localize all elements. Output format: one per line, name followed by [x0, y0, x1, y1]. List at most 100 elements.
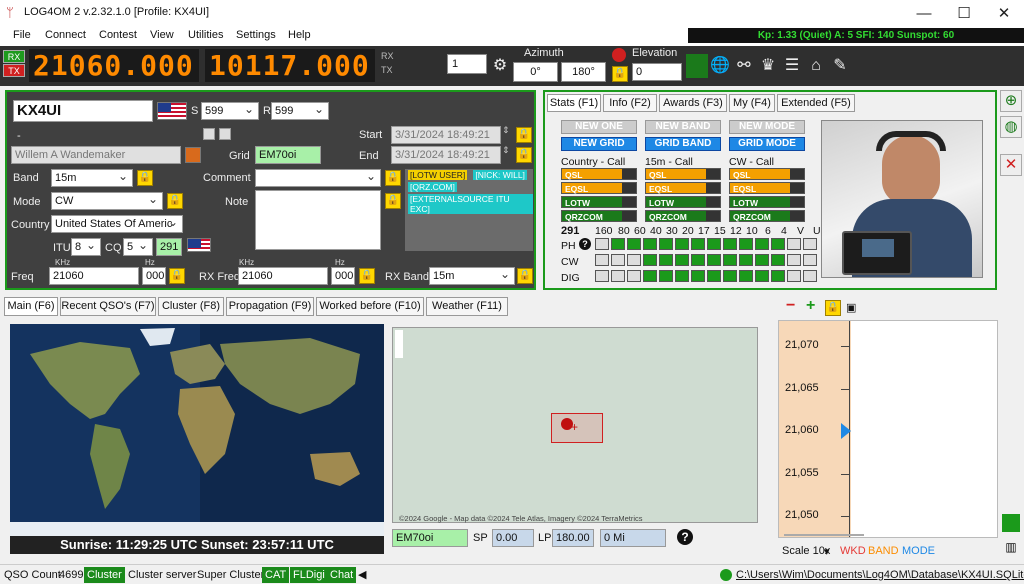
minimize-icon[interactable]: —	[904, 0, 944, 26]
start-lock-icon[interactable]: 🔒	[516, 127, 532, 143]
start-spinner-icon[interactable]: ⇕	[502, 125, 510, 136]
new-band-button[interactable]: NEW BAND	[645, 120, 721, 134]
tab-weather[interactable]: Weather (F11)	[426, 297, 508, 316]
rst-sent-select[interactable]: 599	[201, 101, 259, 120]
super-cluster-status[interactable]: Super Cluster	[197, 569, 264, 581]
tab-propagation[interactable]: Propagation (F9)	[226, 297, 314, 316]
bandmap-zoom-out-icon[interactable]: −	[786, 298, 800, 314]
world-map[interactable]	[10, 324, 384, 536]
comment-field[interactable]	[255, 168, 381, 187]
start-time-field[interactable]: 3/31/2024 18:49:21	[391, 126, 501, 144]
itu-select[interactable]: 8	[71, 237, 101, 256]
mode-select[interactable]: CW	[51, 191, 163, 210]
rxband-lock-icon[interactable]: 🔒	[517, 268, 533, 284]
bandmap-camera-icon[interactable]: ▣	[846, 301, 856, 314]
vfo-spinner[interactable]: 1	[447, 54, 487, 74]
menu-view[interactable]: View	[150, 29, 174, 41]
lock-icon[interactable]: 🔒	[612, 66, 628, 82]
tab-stats[interactable]: Stats (F1)	[547, 94, 601, 112]
rxfreq-khz-field[interactable]: 21060	[238, 267, 328, 285]
band-select[interactable]: 15m	[51, 168, 133, 187]
camera-icon[interactable]: ⌂	[806, 56, 826, 76]
azimuth-sp-field[interactable]: 0°	[513, 62, 558, 82]
maximize-icon[interactable]: ☐	[944, 0, 984, 26]
freq-khz-field[interactable]: 21060	[49, 267, 139, 285]
elevation-field[interactable]: 0	[632, 63, 682, 81]
map-zoom-control[interactable]	[395, 330, 403, 358]
bandmap-chart-icon[interactable]: ▥	[1002, 540, 1020, 558]
rxband-select[interactable]: 15m	[429, 266, 515, 285]
clear-icon[interactable]: ✕	[1000, 154, 1022, 176]
azimuth-lp-field[interactable]: 180°	[561, 62, 606, 82]
bandmap-zoom-in-icon[interactable]: +	[806, 298, 820, 314]
new-one-button[interactable]: NEW ONE	[561, 120, 637, 134]
note-lock-icon[interactable]: 🔒	[385, 193, 401, 209]
tab-awards[interactable]: Awards (F3)	[659, 94, 727, 112]
tab-extended[interactable]: Extended (F5)	[777, 94, 855, 112]
rxfreq-hz-field[interactable]: 000	[331, 267, 355, 285]
end-spinner-icon[interactable]: ⇕	[502, 145, 510, 156]
help-icon[interactable]: ?	[579, 238, 591, 250]
database-icon[interactable]: ☰	[782, 56, 802, 76]
globe-side-icon[interactable]: ◍	[1000, 116, 1022, 138]
close-icon[interactable]: ✕	[984, 0, 1024, 26]
bandmap-lock-icon[interactable]: 🔒	[825, 300, 841, 316]
comment-lock-icon[interactable]: 🔒	[385, 170, 401, 186]
small-button-a[interactable]	[203, 128, 215, 140]
callsign-input[interactable]: KX4UI	[13, 100, 153, 122]
tx-badge[interactable]: TX	[3, 64, 25, 77]
pen-icon[interactable]: ✎	[830, 56, 850, 76]
tab-cluster[interactable]: Cluster (F8)	[158, 297, 224, 316]
menu-contest[interactable]: Contest	[99, 29, 137, 41]
rxfreq-lock-icon[interactable]: 🔒	[359, 268, 375, 284]
tab-info[interactable]: Info (F2)	[603, 94, 657, 112]
signal-icon[interactable]	[686, 54, 708, 78]
cq-select[interactable]: 5	[123, 237, 153, 256]
grid-field[interactable]: EM70oi	[255, 146, 321, 164]
qrz-lookup-icon[interactable]	[185, 147, 201, 163]
globe-icon[interactable]: 🌐	[710, 56, 730, 76]
new-grid-button[interactable]: NEW GRID	[561, 137, 637, 151]
bandmap-list-icon[interactable]	[1002, 514, 1020, 532]
small-button-b[interactable]	[219, 128, 231, 140]
tab-worked-before[interactable]: Worked before (F10)	[316, 297, 424, 316]
freq-lock-icon[interactable]: 🔒	[169, 268, 185, 284]
database-path[interactable]: C:\Users\Wim\Documents\Log4OM\Database\K…	[736, 569, 1024, 581]
band-map[interactable]: 21,070 21,065 21,060 21,055 21,050	[778, 320, 998, 538]
gear-icon[interactable]: ⚙	[490, 56, 510, 76]
note-textarea[interactable]	[255, 190, 381, 250]
menu-utilities[interactable]: Utilities	[188, 29, 223, 41]
cluster-status[interactable]: Cluster	[84, 567, 125, 583]
name-field[interactable]: Willem A Wandemaker	[11, 146, 181, 164]
tab-main[interactable]: Main (F6)	[4, 297, 58, 316]
end-time-field[interactable]: 3/31/2024 18:49:21	[391, 146, 501, 164]
cat-status[interactable]: CAT	[262, 567, 290, 583]
tab-my[interactable]: My (F4)	[729, 94, 775, 112]
bandmap-scrollbar[interactable]	[784, 534, 864, 536]
country-select[interactable]: United States Of Americ	[51, 215, 183, 233]
mode-lock-icon[interactable]: 🔒	[167, 193, 183, 209]
cluster-server-status[interactable]: Cluster server	[128, 569, 196, 581]
new-mode-button[interactable]: NEW MODE	[729, 120, 805, 134]
rst-received-select[interactable]: 599	[271, 101, 329, 120]
band-lock-icon[interactable]: 🔒	[137, 170, 153, 186]
freq-hz-field[interactable]: 000	[142, 267, 166, 285]
menu-connect[interactable]: Connect	[45, 29, 86, 41]
antenna-icon[interactable]: ⚯	[734, 56, 754, 76]
chat-status[interactable]: Chat	[327, 567, 357, 583]
end-lock-icon[interactable]: 🔒	[516, 147, 532, 163]
speaker-icon[interactable]: ◀	[358, 568, 366, 581]
fldigi-status[interactable]: FLDigi	[290, 567, 328, 583]
menu-settings[interactable]: Settings	[236, 29, 276, 41]
menu-file[interactable]: File	[13, 29, 31, 41]
award-icon[interactable]: ♛	[758, 56, 778, 76]
tab-recent-qsos[interactable]: Recent QSO's (F7)	[60, 297, 156, 316]
map-grid-field[interactable]: EM70oi	[392, 529, 468, 547]
rx-badge[interactable]: RX	[3, 50, 25, 63]
stop-rotor-icon[interactable]	[612, 48, 626, 62]
map-help-icon[interactable]: ?	[677, 529, 693, 545]
grid-mode-button[interactable]: GRID MODE	[729, 137, 805, 151]
locator-map[interactable]: + ©2024 Google - Map data ©2024 Tele Atl…	[392, 327, 758, 523]
add-icon[interactable]: ⊕	[1000, 90, 1022, 112]
menu-help[interactable]: Help	[288, 29, 311, 41]
